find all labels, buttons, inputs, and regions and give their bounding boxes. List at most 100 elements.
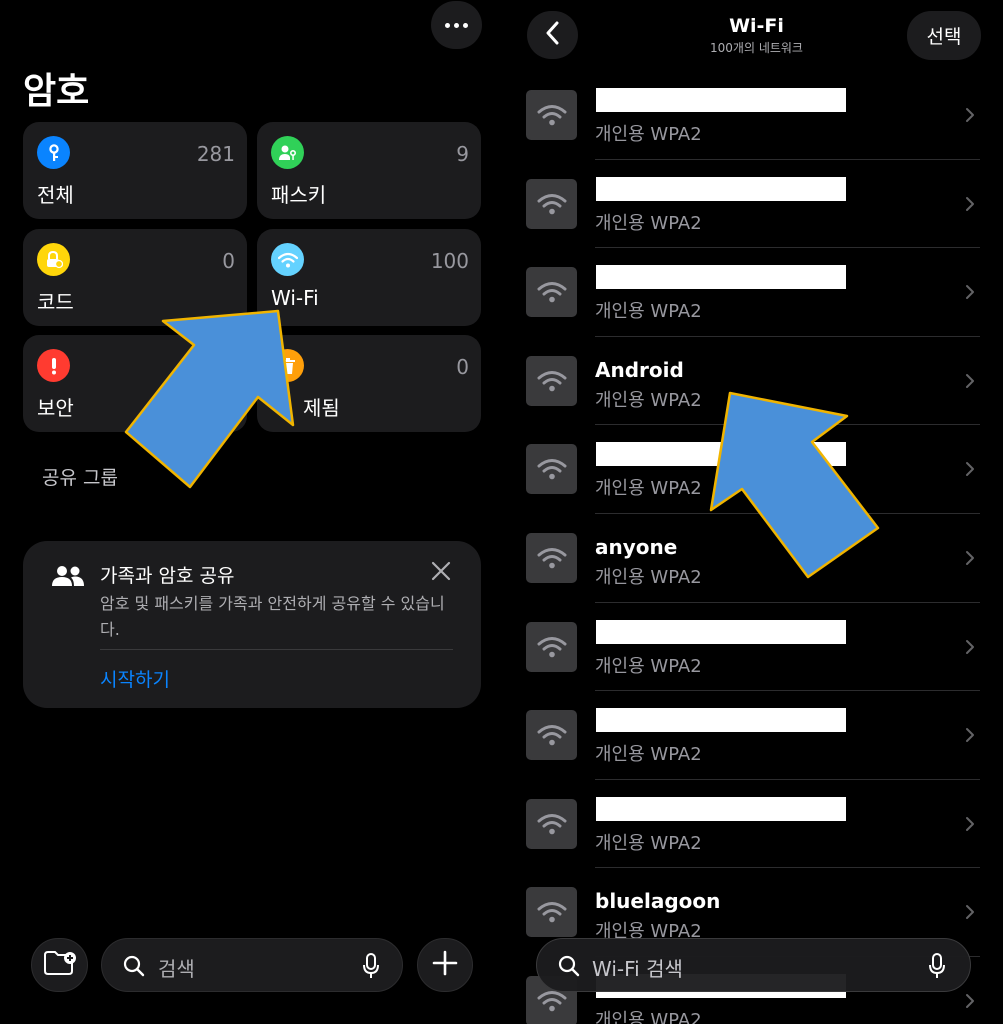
redacted-network-name [596,88,846,112]
network-name: Android [595,357,684,382]
chevron-right-icon [965,904,975,924]
chevron-right-icon [965,993,975,1013]
family-share-card: 가족과 암호 공유 암호 및 패스키를 가족과 안전하게 공유할 수 있습니다.… [23,541,481,708]
network-security: 개인용 WPA2 [595,389,702,411]
wifi-icon [526,178,577,229]
new-folder-button[interactable] [31,938,88,992]
divider [100,649,453,650]
wifi-icon [526,887,577,938]
key-icon [37,136,70,169]
plus-icon [432,950,458,980]
chevron-right-icon [965,373,975,393]
wifi-icon [526,355,577,406]
chevron-right-icon [965,727,975,747]
category-count: 0 [222,249,235,273]
redacted-network-name [596,176,846,201]
chevron-right-icon [965,816,975,836]
share-card-description: 암호 및 패스키를 가족과 안전하게 공유할 수 있습니다. [100,594,445,639]
microphone-icon[interactable] [362,953,380,983]
search-placeholder: 검색 [158,957,195,981]
category-label: 코드 [37,290,74,314]
category-count: 9 [456,142,469,166]
network-name: bluelagoon [595,889,721,914]
category-label: Wi-Fi [271,286,319,310]
add-button[interactable] [417,938,473,992]
chevron-right-icon [965,284,975,304]
wifi-icon [526,444,577,495]
wifi-search-placeholder: Wi-Fi 검색 [592,957,683,981]
ellipsis-icon [445,22,450,28]
network-security: 개인용 WPA2 [595,301,702,323]
redacted-network-name [596,442,846,467]
wifi-icon [526,267,577,318]
wifi-network-row[interactable]: 개인용 WPA2 [510,425,1003,514]
wifi-list-pane: Wi-Fi 100개의 네트워크 선택 개인용 WPA2 개인용 WPA2 개인용 … [510,0,1003,1024]
network-security: 개인용 WPA2 [595,478,702,500]
category-card-codes[interactable]: 0 코드 [23,229,247,326]
share-card-title: 가족과 암호 공유 [100,565,235,587]
wifi-network-row[interactable]: 개인용 WPA2 [510,691,1003,780]
wifi-network-row[interactable]: 개인용 WPA2 [510,780,1003,869]
chevron-right-icon [965,461,975,481]
network-security: 개인용 WPA2 [595,744,702,766]
category-card-security[interactable]: 보안 [23,335,247,432]
category-card-deleted[interactable]: 0 제됨 [257,335,481,432]
search-bar[interactable]: 검색 [101,938,403,992]
category-card-wifi[interactable]: 100 Wi-Fi [257,229,481,326]
category-card-passkeys[interactable]: 9 패스키 [257,122,481,219]
get-started-link[interactable]: 시작하기 [100,665,170,692]
network-security: 개인용 WPA2 [595,655,702,677]
folder-plus-icon [43,949,77,981]
wifi-network-list: 개인용 WPA2 개인용 WPA2 개인용 WPA2 Android 개인용 WPA2 개… [510,71,1003,1024]
chevron-right-icon [965,107,975,127]
network-security: 개인용 WPA2 [595,566,702,588]
network-name: anyone [595,534,678,559]
wifi-icon [526,621,577,672]
people-icon [51,565,85,591]
category-count: 100 [430,249,469,273]
wifi-icon [526,90,577,140]
network-security: 개인용 WPA2 [595,832,702,854]
passwords-home-pane: 암호 281 전체 9 패스키 0 코드 100 Wi-Fi 보안 0 제됨 공… [0,0,504,1024]
ellipsis-icon-dot [463,22,468,28]
chevron-right-icon [965,639,975,659]
exclamation-icon [37,349,70,382]
network-security: 개인용 WPA2 [595,1009,702,1024]
wifi-icon [526,532,577,583]
search-icon [122,954,146,982]
category-label: 전체 [37,183,74,207]
wifi-icon [271,243,304,276]
wifi-search-bar[interactable]: Wi-Fi 검색 [536,938,971,992]
shared-groups-label: 공유 그룹 [42,467,118,489]
wifi-network-row[interactable]: anyone 개인용 WPA2 [510,514,1003,603]
wifi-network-row[interactable]: 개인용 WPA2 [510,71,1003,160]
category-label: 보안 [37,396,74,420]
category-card-all[interactable]: 281 전체 [23,122,247,219]
redacted-network-name [596,708,846,733]
more-options-button[interactable] [431,1,482,49]
ellipsis-icon-dot [454,22,459,28]
wifi-network-row[interactable]: 개인용 WPA2 [510,160,1003,249]
category-count: 0 [456,355,469,379]
network-security: 개인용 WPA2 [595,124,702,145]
search-icon [557,954,581,982]
category-label: 제됨 [303,396,340,420]
lock-clock-icon [37,243,70,276]
redacted-network-name [596,265,846,290]
wifi-network-row[interactable]: 개인용 WPA2 [510,248,1003,337]
category-label: 패스키 [271,183,327,207]
wifi-icon [526,798,577,849]
chevron-right-icon [965,550,975,570]
page-title: 암호 [23,71,90,112]
redacted-network-name [596,796,846,821]
trash-icon [271,349,304,382]
wifi-network-row[interactable]: Android 개인용 WPA2 [510,337,1003,426]
select-button[interactable]: 선택 [907,11,981,60]
wifi-icon [526,710,577,761]
close-icon[interactable] [431,561,451,585]
microphone-icon[interactable] [928,953,946,983]
redacted-network-name [596,619,846,644]
person-key-icon [271,136,304,169]
wifi-network-row[interactable]: 개인용 WPA2 [510,603,1003,692]
category-count: 281 [196,142,235,166]
